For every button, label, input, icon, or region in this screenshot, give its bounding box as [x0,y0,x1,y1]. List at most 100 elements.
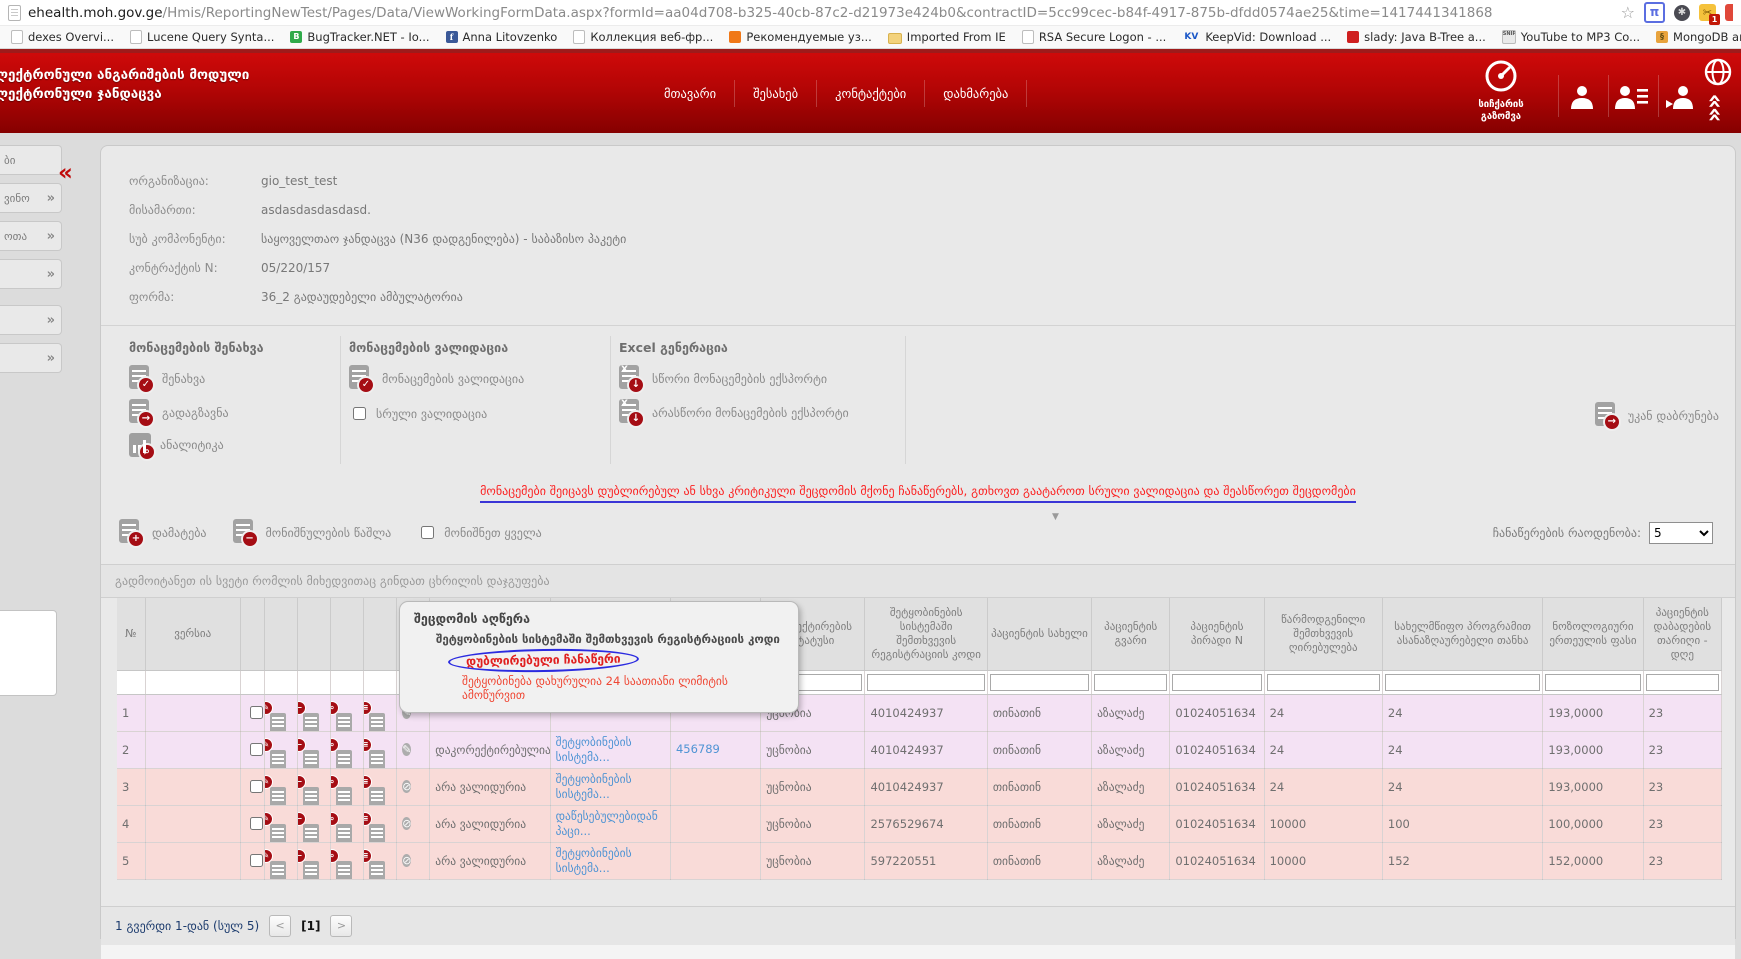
cell-comment: 456789 [670,731,760,768]
detail-row: ორგანიზაცია:gio_test_test [129,166,1719,195]
cell-i2: − [297,731,330,768]
pi-extension-icon[interactable]: π [1644,2,1665,23]
cell-reg: 597220551 [865,842,987,879]
send-button[interactable]: → გადაგზავნა [129,399,314,426]
sidebar-item[interactable]: » [0,305,62,335]
filter-input-reg[interactable] [867,674,984,691]
select-all-checkbox[interactable] [421,526,434,539]
snip-favicon-icon: SNIP MP3 [1502,30,1516,44]
bookmark-item[interactable]: Коллекция веб-фр... [566,30,720,44]
nav-item-დახმარება[interactable]: დახმარება [925,80,1027,107]
row-checkbox[interactable] [250,854,263,867]
users-list-button[interactable] [1608,75,1655,117]
analytics-button[interactable]: ⌕ ანალიტიკა [129,433,314,457]
bug-extension-icon[interactable]: ✱ [1674,5,1690,21]
sidebar-item[interactable]: ვინო» [0,183,62,213]
bookmark-item[interactable]: §MongoDB and C# - ... [1649,30,1741,44]
url-text[interactable]: ehealth.moh.gov.ge/Hmis/ReportingNewTest… [28,5,1613,21]
profile-button[interactable] [1558,75,1605,117]
bookmark-item[interactable]: BBugTracker.NET - Io... [283,30,436,44]
sidebar-item[interactable]: » [0,259,62,289]
globe-icon[interactable] [1703,57,1733,87]
sidebar-item[interactable]: » [0,343,62,373]
bookmark-label: YouTube to MP3 Co... [1521,30,1640,44]
bookmark-item[interactable]: slady: Java B-Tree a... [1340,30,1493,44]
save-button[interactable]: ✓ შენახვა [129,365,314,392]
page-favicon-icon [8,5,21,21]
current-page[interactable]: [1] [301,919,320,933]
filter-input-name[interactable] [990,674,1089,691]
validation-group: მონაცემების ვალიდაცია ✓ მონაცემების ვალი… [349,336,611,464]
speed-test-button[interactable]: სიჩქარის გაზომვა [1458,59,1544,123]
speedometer-icon [1484,59,1518,93]
bookmark-item[interactable]: Imported From IE [881,30,1013,44]
bookmark-label: RSA Secure Logon - ... [1039,30,1167,44]
extension-badge: 1 [1709,14,1720,25]
detail-label: ფორმა: [129,290,261,304]
divider [101,325,1735,326]
error-link[interactable]: დაწესებულებიდან პაცი... [556,809,658,838]
sidebar-item[interactable]: ბი [0,145,62,175]
page-favicon-icon [11,30,23,44]
person-icon [1569,83,1595,109]
add-row-button[interactable]: + დამატება [119,519,207,546]
column-label: შეტყობინების სისტემაში შემთხვევის რეგისტ… [871,606,981,661]
filter-cell-reg [865,670,987,694]
bookmark-label: Рекомендуемые уз... [746,30,871,44]
bookmark-item[interactable]: fAnna Litovzenko [439,30,565,44]
row-checkbox[interactable] [250,817,263,830]
row-checkbox[interactable] [250,780,263,793]
filter-input-surname[interactable] [1094,674,1167,691]
sidebar-item[interactable]: ოთა» [0,221,62,251]
filter-input-bday[interactable] [1646,674,1719,691]
cell-i5: ⊘ [397,805,430,842]
row-checkbox[interactable] [250,706,263,719]
bookmark-item[interactable]: Lucene Query Synta... [123,30,281,44]
back-button[interactable]: → უკან დაბრუნება [1595,402,1719,429]
bookmarks-bar: dexes Overvi...Lucene Query Synta...BBug… [0,26,1741,49]
row-checkbox[interactable] [250,743,263,756]
detail-value: 05/220/157 [261,261,330,275]
filter-input-state[interactable] [1385,674,1540,691]
validate-button[interactable]: ✓ მონაცემების ვალიდაცია [349,365,584,392]
bookmark-item[interactable]: KVKeepVid: Download ... [1175,30,1338,44]
cell-i2: − [297,768,330,805]
table-row: 3✎−⌕≡⊘არა ვალიდურიაშეტყობინების სისტემა.… [117,768,1722,805]
error-link[interactable]: შეტყობინების სისტემა... [556,846,632,875]
chevron-right-icon: » [47,191,55,206]
error-link[interactable]: შეტყობინების სისტემა... [556,772,632,801]
sidebar-popout-panel [0,610,57,696]
bookmark-item[interactable]: SNIP MP3 YouTube to MP3 Co... [1495,30,1647,44]
bookmark-star-icon[interactable]: ☆ [1621,3,1635,22]
left-sidebar: ბი ვინო» ოთა» » » » [0,145,62,381]
filter-input-price[interactable] [1545,674,1640,691]
bookmark-item[interactable]: Рекомендуемые уз... [722,30,878,44]
logout-button[interactable] [1658,75,1705,117]
clipped-extension-icon[interactable] [1725,4,1733,21]
prev-page-button[interactable]: < [269,915,291,937]
nav-item-მთავარი[interactable]: მთავარი [645,80,735,107]
sidebar-collapse-button[interactable]: « [58,163,73,183]
delete-selected-button[interactable]: − მონიშნულების წაშლა [233,519,392,546]
export-valid-button[interactable]: ↓ სწორი მონაცემების ექსპორტი [619,365,879,392]
cell-i4: ≡ [364,805,397,842]
nav-item-კონტაქტები[interactable]: კონტაქტები [817,80,925,107]
bookmark-item[interactable]: dexes Overvi... [4,30,121,44]
export-invalid-button[interactable]: ↓ არასწორი მონაცემების ექსპორტი [619,399,879,426]
comment-link[interactable]: 456789 [676,742,720,756]
filter-input-pid[interactable] [1172,674,1261,691]
collapse-header-icon[interactable]: «« [1705,93,1725,120]
next-page-button[interactable]: > [330,915,352,937]
nav-item-შესახებ[interactable]: შესახებ [735,80,817,107]
address-bar[interactable]: ehealth.moh.gov.ge/Hmis/ReportingNewTest… [0,0,1741,26]
yellow-extension-icon[interactable]: ✂1 [1699,4,1716,21]
filter-input-cost[interactable] [1267,674,1380,691]
records-count-select[interactable]: 5 [1649,522,1713,544]
full-validation-checkbox[interactable] [353,407,366,420]
bookmark-item[interactable]: RSA Secure Logon - ... [1015,30,1174,44]
cell-i4: ≡ [364,842,397,879]
cell-price: 100,0000 [1543,805,1643,842]
error-link[interactable]: შეტყობინების სისტემა... [556,735,632,764]
cell-price: 193,0000 [1543,731,1643,768]
excel-export-invalid-icon: ↓ [619,399,643,426]
